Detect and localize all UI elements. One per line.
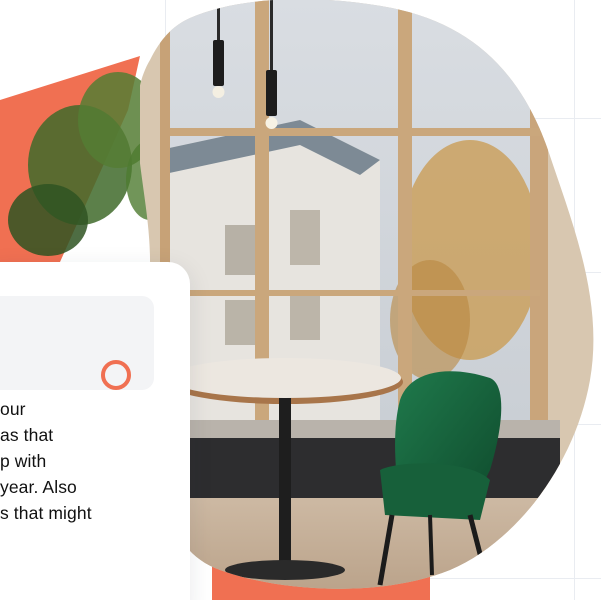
card-text-line: year. Also (0, 477, 77, 497)
feature-section: our as that p with year. Also s that mig… (0, 0, 601, 600)
card-text-line: s that might (0, 503, 92, 523)
card-text-line: our (0, 399, 26, 419)
card-text-line: p with (0, 451, 47, 471)
card-description: our as that p with year. Also s that mig… (0, 396, 170, 526)
info-card: our as that p with year. Also s that mig… (0, 262, 190, 600)
card-text-line: as that (0, 425, 54, 445)
input-field[interactable] (0, 296, 154, 390)
ring-icon (101, 360, 131, 390)
